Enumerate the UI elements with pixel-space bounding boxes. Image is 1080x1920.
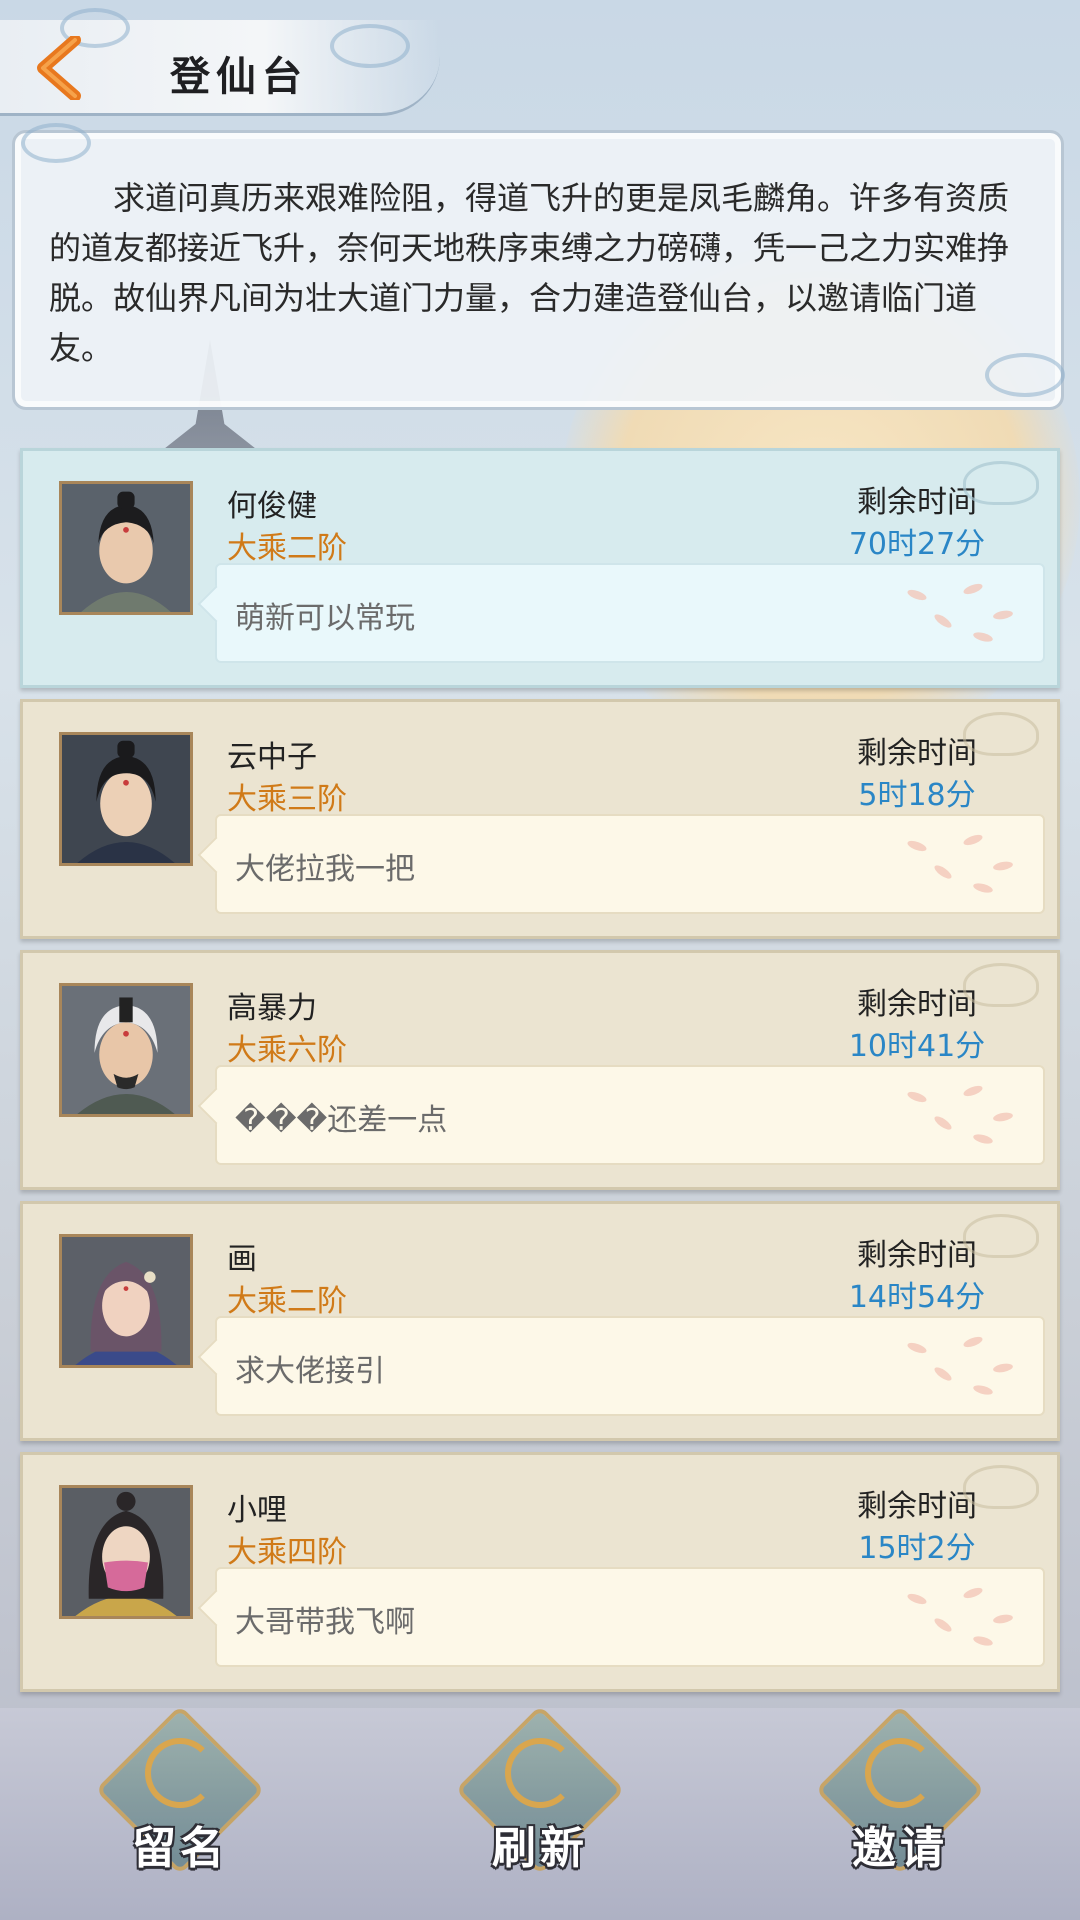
time-remaining-value: 10时41分 <box>848 1029 986 1064</box>
refresh-icon <box>505 1738 575 1808</box>
back-button[interactable] <box>28 36 88 100</box>
message-bubble: ���还差一点 <box>215 1065 1045 1165</box>
avatar <box>59 732 193 866</box>
player-card[interactable]: 何俊健 大乘二阶 剩余时间 70时27分 萌新可以常玩 <box>20 448 1060 688</box>
white-haired-cultivator-portrait-icon <box>62 986 190 1114</box>
refresh-button[interactable]: 刷新 <box>455 1705 625 1875</box>
petals-decoration <box>903 1083 1033 1153</box>
petals-decoration <box>903 832 1033 902</box>
cloud-ornament <box>985 353 1065 397</box>
player-message: 大佬拉我一把 <box>235 852 415 887</box>
player-name: 高暴力 <box>227 991 317 1026</box>
player-rank: 大乘四阶 <box>227 1535 347 1570</box>
header: 登仙台 <box>0 0 1080 120</box>
time-remaining-value: 15时2分 <box>858 1531 976 1566</box>
player-message: 求大佬接引 <box>235 1354 385 1389</box>
player-rank: 大乘六阶 <box>227 1033 347 1068</box>
player-card[interactable]: 画 大乘二阶 剩余时间 14时54分 求大佬接引 <box>20 1201 1060 1441</box>
player-name: 画 <box>227 1242 257 1277</box>
message-bubble: 大哥带我飞啊 <box>215 1567 1045 1667</box>
player-message: 萌新可以常玩 <box>235 601 415 636</box>
invite-button[interactable]: 邀请 <box>815 1705 985 1875</box>
invite-icon <box>865 1738 935 1808</box>
female-cultivator-portrait-icon <box>62 1237 190 1365</box>
player-rank: 大乘三阶 <box>227 782 347 817</box>
player-list[interactable]: 何俊健 大乘二阶 剩余时间 70时27分 萌新可以常玩 云中子 大乘三阶 剩余时… <box>20 448 1060 1703</box>
refresh-label: 刷新 <box>492 1823 588 1874</box>
petals-decoration <box>903 581 1033 651</box>
player-name: 云中子 <box>227 740 317 775</box>
cloud-ornament <box>330 24 410 68</box>
player-rank: 大乘二阶 <box>227 1284 347 1319</box>
cloud-ornament <box>21 123 91 163</box>
time-remaining-value: 14时54分 <box>848 1280 986 1315</box>
player-message: ���还差一点 <box>235 1103 448 1138</box>
masked-cultivator-portrait-icon <box>62 1488 190 1616</box>
avatar <box>59 1485 193 1619</box>
time-remaining-value: 70时27分 <box>848 527 986 562</box>
sign-name-label: 留名 <box>132 1823 228 1874</box>
invite-label: 邀请 <box>852 1823 948 1874</box>
time-remaining-label: 剩余时间 <box>857 1238 977 1273</box>
brush-stroke-icon <box>145 1738 215 1808</box>
time-remaining-label: 剩余时间 <box>857 987 977 1022</box>
time-remaining-label: 剩余时间 <box>857 1489 977 1524</box>
player-name: 何俊健 <box>227 489 317 524</box>
player-name: 小哩 <box>227 1493 287 1528</box>
intro-text: 求道问真历来艰难险阻，得道飞升的更是凤毛麟角。许多有资质的道友都接近飞升，奈何天… <box>49 179 1010 367</box>
message-bubble: 萌新可以常玩 <box>215 563 1045 663</box>
player-card[interactable]: 云中子 大乘三阶 剩余时间 5时18分 大佬拉我一把 <box>20 699 1060 939</box>
sign-name-button[interactable]: 留名 <box>95 1705 265 1875</box>
avatar <box>59 481 193 615</box>
male-cultivator-portrait-icon <box>62 735 190 863</box>
male-cultivator-portrait-icon <box>62 484 190 612</box>
message-bubble: 求大佬接引 <box>215 1316 1045 1416</box>
petals-decoration <box>903 1585 1033 1655</box>
intro-panel: 求道问真历来艰难险阻，得道飞升的更是凤毛麟角。许多有资质的道友都接近飞升，奈何天… <box>12 123 1065 410</box>
petals-decoration <box>903 1334 1033 1404</box>
time-remaining-label: 剩余时间 <box>857 736 977 771</box>
page-title: 登仙台 <box>170 53 308 100</box>
player-card[interactable]: 小哩 大乘四阶 剩余时间 15时2分 大哥带我飞啊 <box>20 1452 1060 1692</box>
player-message: 大哥带我飞啊 <box>235 1605 415 1640</box>
time-remaining-label: 剩余时间 <box>857 485 977 520</box>
avatar <box>59 1234 193 1368</box>
time-remaining-value: 5时18分 <box>858 778 976 813</box>
player-rank: 大乘二阶 <box>227 531 347 566</box>
avatar <box>59 983 193 1117</box>
player-card[interactable]: 高暴力 大乘六阶 剩余时间 10时41分 ���还差一点 <box>20 950 1060 1190</box>
chevron-left-icon <box>37 36 81 100</box>
message-bubble: 大佬拉我一把 <box>215 814 1045 914</box>
